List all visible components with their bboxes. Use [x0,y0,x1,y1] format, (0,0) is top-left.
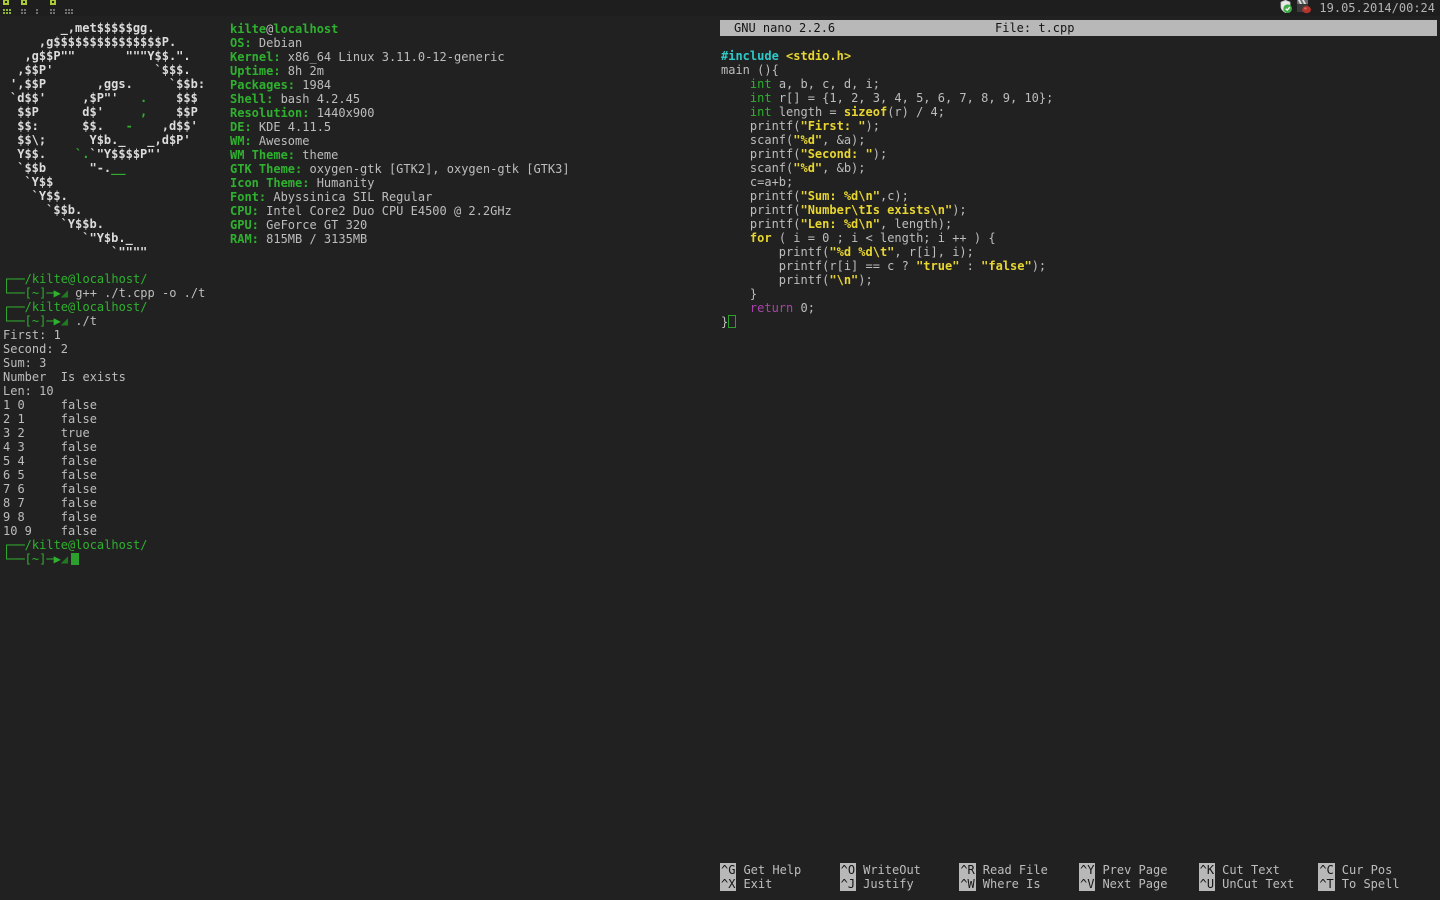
info-row: RAM: 815MB / 3135MB [230,232,570,246]
code-line: return 0; [721,301,1440,315]
terminal-line: └──[~]─▶◢ [3,552,718,566]
tag-client-square [21,0,27,5]
code-line: #include <stdio.h> [721,49,1440,63]
info-row: DE: KDE 4.11.5 [230,120,570,134]
terminal-line: Sum: 3 [3,356,718,370]
terminal-line: 3 2 true [3,426,718,440]
info-row: Uptime: 8h 2m [230,64,570,78]
shortcut-next-page: ^VNext Page [1079,877,1199,891]
desktop: 19.05.2014/00:24 _,met$$$$$gg. ,g$$$$$$$… [0,0,1440,900]
clock: 19.05.2014/00:24 [1312,1,1440,15]
code-line: int r[] = {1, 2, 3, 4, 5, 6, 7, 8, 9, 10… [721,91,1440,105]
code-line: printf("%d %d\t", r[i], i); [721,245,1440,259]
terminal-line: 6 5 false [3,468,718,482]
code-line: scanf("%d", &b); [721,161,1440,175]
tag-client-square [3,0,9,5]
hostname: localhost [273,22,338,36]
code-line: } [721,315,1440,329]
code-line: printf("Second: "); [721,147,1440,161]
terminal-cursor [71,553,79,565]
tag-4[interactable] [50,0,55,16]
info-row: Icon Theme: Humanity [230,176,570,190]
shortcut-exit: ^XExit [720,877,840,891]
info-row: Font: Abyssinica SIL Regular [230,190,570,204]
code-line: printf("Sum: %d\n",c); [721,189,1440,203]
code-line: main (){ [721,63,1440,77]
tag-client-square [50,0,56,5]
shortcut-to-spell: ^TTo Spell [1318,877,1438,891]
info-row: GTK Theme: oxygen-gtk [GTK2], oxygen-gtk… [230,162,570,176]
info-row: Kernel: x86_64 Linux 3.11.0-12-generic [230,50,570,64]
shortcut-prev-page: ^YPrev Page [1079,863,1199,877]
tag-1[interactable] [3,0,11,16]
tag-2[interactable] [21,0,26,16]
shield-check-icon[interactable] [1278,0,1293,17]
shortcut-uncut-text: ^UUnCut Text [1199,877,1319,891]
shortcut-read-file: ^RRead File [959,863,1079,877]
terminal-window[interactable]: _,met$$$$$gg. ,g$$$$$$$$$$$$$$$P. ,g$$P"… [0,16,718,900]
terminal-line: 5 4 false [3,454,718,468]
shortcut-cur-pos: ^CCur Pos [1318,863,1438,877]
screenfetch-block: _,met$$$$$gg. ,g$$$$$$$$$$$$$$$P. ,g$$P"… [0,16,718,259]
nano-filename: File: t.cpp [995,20,1074,36]
nano-titlebar: GNU nano 2.2.6 File: t.cpp [720,20,1437,36]
info-row: CPU: Intel Core2 Duo CPU E4500 @ 2.2GHz [230,204,570,218]
shortcut-get-help: ^GGet Help [720,863,840,877]
info-row: Packages: 1984 [230,78,570,92]
terminal-line: ┌──/kilte@localhost/ [3,300,718,314]
code-line: int length = sizeof(r) / 4; [721,105,1440,119]
nano-cursor [728,315,736,328]
code-line: printf(r[i] == c ? "true" : "false"); [721,259,1440,273]
code-line: for ( i = 0 ; i < length; i ++ ) { [721,231,1440,245]
terminal-line: ┌──/kilte@localhost/ [3,272,718,286]
tag-5[interactable] [65,0,73,16]
code-line: int a, b, c, d, i; [721,77,1440,91]
shortcut-where-is: ^WWhere Is [959,877,1079,891]
shortcut-justify: ^JJustify [840,877,960,891]
terminal-line: Second: 2 [3,342,718,356]
info-row: WM Theme: theme [230,148,570,162]
terminal-line: Number Is exists [3,370,718,384]
info-row: WM: Awesome [230,134,570,148]
code-line: scanf("%d", &a); [721,133,1440,147]
systray [1278,0,1312,17]
code-line: printf("\n"); [721,273,1440,287]
nano-code-area[interactable]: #include <stdio.h>main (){ int a, b, c, … [721,49,1440,329]
wibar: 19.05.2014/00:24 [0,0,1440,16]
code-line: printf("Len: %d\n", length); [721,217,1440,231]
terminal-line: 9 8 false [3,510,718,524]
username: kilte [230,22,266,36]
tag-3[interactable] [36,0,40,16]
shortcut-cut-text: ^KCut Text [1199,863,1319,877]
info-row: OS: Debian [230,36,570,50]
code-line: printf("First: "); [721,119,1440,133]
terminal-line: 2 1 false [3,412,718,426]
terminal-line: 7 6 false [3,482,718,496]
system-info: kilte@localhost OS: DebianKernel: x86_64… [230,21,570,259]
nano-shortcuts: ^GGet Help^OWriteOut^RRead File^YPrev Pa… [720,863,1438,891]
taglist [0,0,83,16]
user-host-line: kilte@localhost [230,22,570,36]
nano-window[interactable]: GNU nano 2.2.6 File: t.cpp #include <std… [718,16,1440,900]
shortcut-writeout: ^OWriteOut [840,863,960,877]
code-line: } [721,287,1440,301]
nano-version: GNU nano 2.2.6 [734,20,835,36]
terminal-line: └──[~]─▶◢ g++ ./t.cpp -o ./t [3,286,718,300]
terminal-line: └──[~]─▶◢ ./t [3,314,718,328]
debian-ascii-logo: _,met$$$$$gg. ,g$$$$$$$$$$$$$$$P. ,g$$P"… [0,21,230,259]
terminal-line: ┌──/kilte@localhost/ [3,538,718,552]
terminal-line: 4 3 false [3,440,718,454]
code-line: c=a+b; [721,175,1440,189]
terminal-line: Len: 10 [3,384,718,398]
info-row: Shell: bash 4.2.45 [230,92,570,106]
terminal-line: First: 1 [3,328,718,342]
terminal-session[interactable]: ┌──/kilte@localhost/└──[~]─▶◢ g++ ./t.cp… [0,272,718,566]
terminal-line: 1 0 false [3,398,718,412]
code-line: printf("Number\tIs exists\n"); [721,203,1440,217]
clapperboard-icon[interactable] [1296,0,1312,17]
terminal-line: 10 9 false [3,524,718,538]
info-row: GPU: GeForce GT 320 [230,218,570,232]
terminal-line: 8 7 false [3,496,718,510]
info-row: Resolution: 1440x900 [230,106,570,120]
